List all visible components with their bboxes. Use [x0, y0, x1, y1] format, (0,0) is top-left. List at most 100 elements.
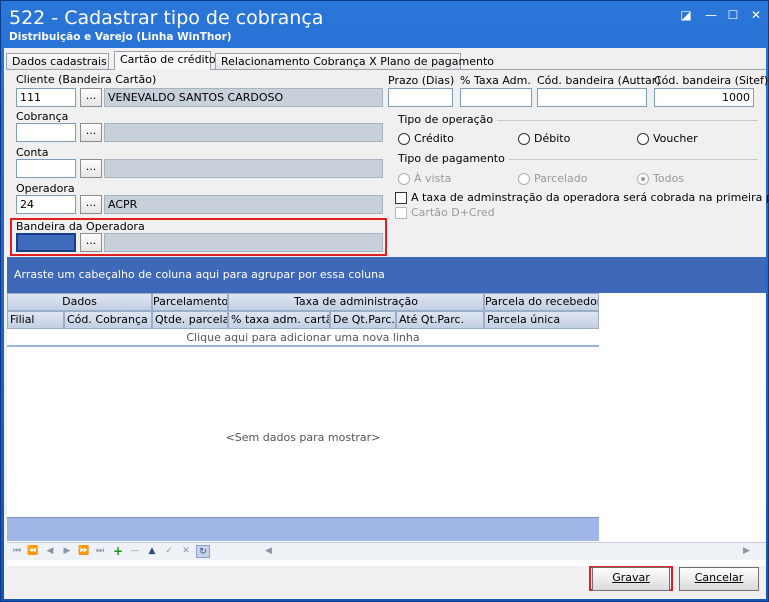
grid-navigator: ⏮ ⏪ ◀ ▶ ⏩ ⏭ + — ▲ ✓ ✕ ↻ ◀ ▶ [7, 542, 766, 560]
radio-voucher-label: Voucher [653, 132, 698, 145]
checkbox-dcred-label: Cartão D+Cred [411, 206, 495, 219]
tipo-operacao-label: Tipo de operação [398, 113, 498, 126]
cobranca-lookup-button[interactable]: ... [80, 123, 102, 142]
last-record-icon[interactable]: ⏭ [93, 545, 107, 558]
operadora-lookup-button[interactable]: ... [80, 195, 102, 214]
cod-auttar-label: Cód. bandeira (Auttar) [537, 74, 661, 87]
bandeira-desc-field [104, 233, 383, 252]
data-grid: Arraste um cabeçalho de coluna aqui para… [7, 257, 766, 566]
col-filial[interactable]: Filial [7, 311, 64, 329]
no-data-message: <Sem dados para mostrar> [225, 431, 381, 444]
tipo-pagamento-group: Tipo de pagamento [398, 152, 758, 165]
close-button[interactable]: ✕ [745, 7, 767, 23]
checkbox-taxa-primeira-parcela[interactable]: A taxa de adminstração da operadora será… [395, 191, 769, 204]
band-taxa-administracao[interactable]: Taxa de administração [228, 293, 484, 311]
tipo-pagamento-label: Tipo de pagamento [398, 152, 509, 165]
cancel-button-label: Cancelar [694, 571, 744, 584]
col-de-qt-parc[interactable]: De Qt.Parc. [330, 311, 396, 329]
next-page-icon[interactable]: ⏩ [77, 545, 91, 558]
minimize-button[interactable]: — [702, 7, 720, 23]
bandeira-lookup-button[interactable]: ... [80, 233, 102, 252]
cod-sitef-label: Cód. bandeira (Sitef) [654, 74, 769, 87]
radio-circle-icon [637, 132, 649, 145]
radio-credito[interactable]: Crédito [398, 132, 454, 145]
prev-page-icon[interactable]: ⏪ [26, 545, 40, 558]
checkbox-taxa-label: A taxa de adminstração da operadora será… [411, 191, 769, 204]
radio-parcelado[interactable]: Parcelado [518, 172, 588, 185]
radio-selected-icon [637, 172, 649, 185]
tab-dados-cadastrais[interactable]: Dados cadastrais [6, 53, 109, 70]
radio-voucher[interactable]: Voucher [637, 132, 698, 145]
cliente-lookup-button[interactable]: ... [80, 88, 102, 107]
col-ate-qt-parc[interactable]: Até Qt.Parc. [396, 311, 484, 329]
add-record-icon[interactable]: + [111, 545, 125, 558]
band-dados[interactable]: Dados [7, 293, 152, 311]
taxa-label: % Taxa Adm. [460, 74, 531, 87]
cliente-label: Cliente (Bandeira Cartão) [16, 73, 157, 86]
col-taxa-adm-cartao[interactable]: % taxa adm. cartão [228, 311, 330, 329]
window-client-area: Dados cadastrais Cartão de crédito Relac… [4, 48, 769, 599]
radio-circle-icon [398, 132, 410, 145]
scroll-left-icon[interactable]: ◀ [265, 546, 272, 558]
title-bar: 522 - Cadastrar tipo de cobrança Distrib… [1, 1, 768, 47]
prev-record-icon[interactable]: ◀ [43, 545, 57, 558]
operadora-code-input[interactable]: 24 [16, 195, 76, 214]
conta-desc-field [104, 159, 383, 178]
radio-credito-label: Crédito [414, 132, 454, 145]
cancel-button[interactable]: Cancelar [679, 567, 759, 591]
next-record-icon[interactable]: ▶ [60, 545, 74, 558]
group-by-panel[interactable]: Arraste um cabeçalho de coluna aqui para… [7, 257, 766, 293]
col-cod-cobranca[interactable]: Cód. Cobrança [64, 311, 152, 329]
radio-parcelado-label: Parcelado [534, 172, 588, 185]
window-title: 522 - Cadastrar tipo de cobrança [9, 7, 324, 29]
operadora-desc-field: ACPR [104, 195, 383, 214]
cod-auttar-input[interactable] [537, 88, 647, 107]
refresh-icon[interactable]: ↻ [196, 545, 210, 558]
col-qtde-parcelas[interactable]: Qtde. parcelas [152, 311, 228, 329]
conta-code-input[interactable] [16, 159, 76, 178]
tipo-operacao-group: Tipo de operação [398, 113, 758, 126]
cobranca-code-input[interactable] [16, 123, 76, 142]
tab-relacionamento[interactable]: Relacionamento Cobrança X Plano de pagam… [215, 53, 494, 70]
radio-a-vista-label: À vista [414, 172, 452, 185]
cobranca-desc-field [104, 123, 383, 142]
bandeira-code-input[interactable] [16, 233, 76, 252]
scroll-right-icon[interactable]: ▶ [743, 546, 750, 558]
radio-debito-label: Débito [534, 132, 571, 145]
radio-debito[interactable]: Débito [518, 132, 570, 145]
prazo-label: Prazo (Dias) [388, 74, 455, 87]
radio-circle-icon [518, 172, 530, 185]
band-parcelamento[interactable]: Parcelamento [152, 293, 228, 311]
conta-lookup-button[interactable]: ... [80, 159, 102, 178]
taxa-input[interactable] [460, 88, 532, 107]
cobranca-label: Cobrança [16, 110, 69, 123]
checkbox-icon [395, 191, 407, 204]
save-button[interactable]: Gravar [592, 567, 670, 591]
first-record-icon[interactable]: ⏮ [10, 545, 24, 558]
radio-todos[interactable]: Todos [637, 172, 684, 185]
post-record-icon[interactable]: ✓ [162, 545, 176, 558]
new-row-placeholder[interactable]: Clique aqui para adicionar uma nova linh… [7, 330, 599, 347]
restore-icon[interactable]: ◪ [677, 7, 695, 23]
window-subtitle: Distribuição e Varejo (Linha WinThor) [9, 31, 232, 43]
conta-label: Conta [16, 146, 49, 159]
cliente-desc-field: VENEVALDO SANTOS CARDOSO [104, 88, 383, 107]
grid-footer [7, 517, 599, 541]
radio-a-vista[interactable]: À vista [398, 172, 451, 185]
edit-record-icon[interactable]: ▲ [145, 545, 159, 558]
col-parcela-unica[interactable]: Parcela única [484, 311, 599, 329]
bandeira-label: Bandeira da Operadora [16, 220, 145, 233]
checkbox-cartao-dcred[interactable]: Cartão D+Cred [395, 206, 495, 219]
cod-sitef-input[interactable]: 1000 [654, 88, 754, 107]
band-parcela-recebedor[interactable]: Parcela do recebedor [484, 293, 599, 311]
tab-cartao-de-credito[interactable]: Cartão de crédito [114, 51, 216, 70]
radio-circle-icon [518, 132, 530, 145]
radio-todos-label: Todos [653, 172, 685, 185]
delete-record-icon[interactable]: — [128, 545, 142, 558]
save-button-label: Gravar [612, 571, 650, 584]
maximize-button[interactable]: ☐ [724, 7, 742, 23]
prazo-input[interactable] [388, 88, 453, 107]
cancel-record-icon[interactable]: ✕ [179, 545, 193, 558]
radio-circle-icon [398, 172, 410, 185]
cliente-code-input[interactable]: 111 [16, 88, 76, 107]
